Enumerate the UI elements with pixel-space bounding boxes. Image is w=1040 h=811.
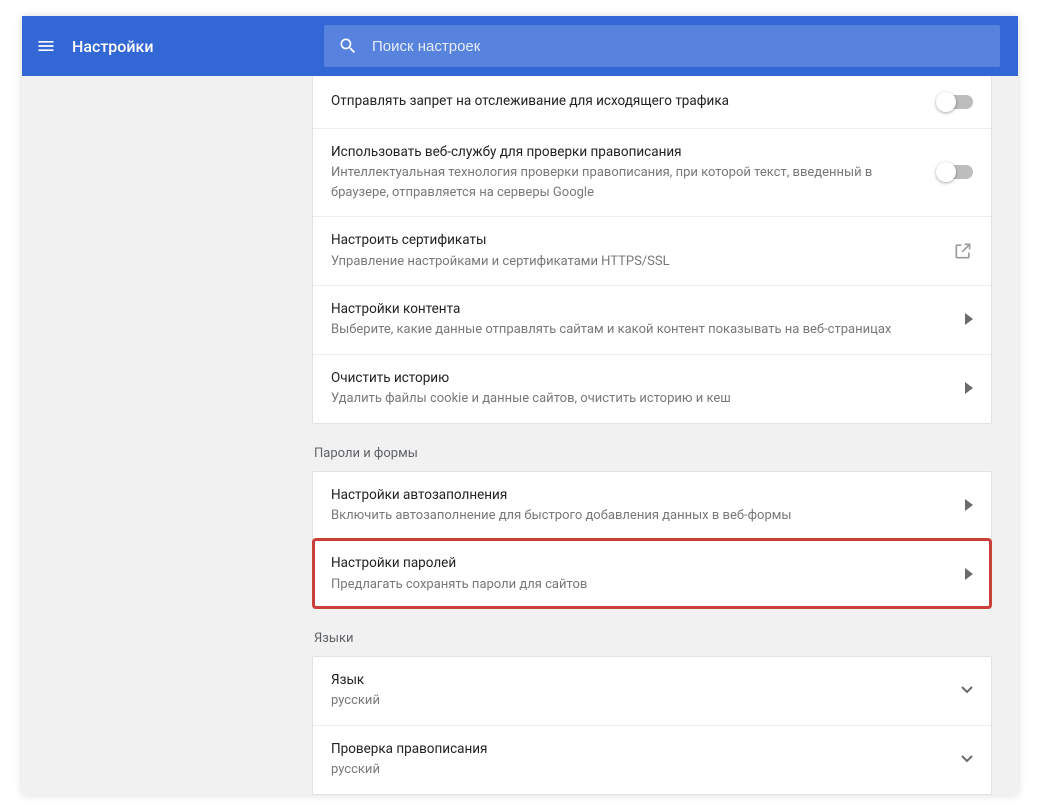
languages-card: Язык русский Проверка правописания русск…: [312, 656, 992, 795]
toggle[interactable]: [939, 95, 973, 109]
chevron-down-icon: [961, 755, 973, 763]
passwords-card: Настройки автозаполнения Включить автоза…: [312, 471, 992, 610]
chevron-right-icon: [965, 568, 973, 580]
row-title: Отправлять запрет на отслеживание для ис…: [331, 91, 925, 111]
external-link-icon: [953, 241, 973, 261]
menu-icon[interactable]: [34, 34, 58, 58]
chevron-right-icon: [965, 499, 973, 511]
row-subtitle: русский: [331, 691, 947, 711]
row-title: Настройки паролей: [331, 553, 951, 573]
chevron-down-icon: [961, 686, 973, 694]
chevron-right-icon: [965, 313, 973, 325]
row-subtitle: Удалить файлы cookie и данные сайтов, оч…: [331, 389, 951, 409]
search-bar[interactable]: [324, 25, 1000, 67]
search-icon: [338, 36, 358, 56]
row-do-not-track[interactable]: Отправлять запрет на отслеживание для ис…: [313, 76, 991, 128]
row-title: Настройки автозаполнения: [331, 485, 951, 505]
row-title: Очистить историю: [331, 368, 951, 388]
row-subtitle: Предлагать сохранять пароли для сайтов: [331, 575, 951, 595]
row-title: Настроить сертификаты: [331, 230, 939, 250]
section-title-languages: Языки: [312, 609, 992, 656]
row-subtitle: Включить автозаполнение для быстрого доб…: [331, 506, 951, 526]
row-spellcheck[interactable]: Проверка правописания русский: [313, 725, 991, 794]
privacy-card: Отправлять запрет на отслеживание для ис…: [312, 76, 992, 424]
row-language[interactable]: Язык русский: [313, 657, 991, 725]
row-content-settings[interactable]: Настройки контента Выберите, какие данны…: [313, 285, 991, 354]
row-password-settings[interactable]: Настройки паролей Предлагать сохранять п…: [313, 539, 991, 608]
settings-window: Настройки Отправлять запрет на отслежива…: [22, 16, 1018, 795]
toggle[interactable]: [939, 165, 973, 179]
search-input[interactable]: [372, 38, 986, 55]
chevron-right-icon: [965, 382, 973, 394]
content-area: Отправлять запрет на отслеживание для ис…: [22, 76, 1018, 795]
row-title: Проверка правописания: [331, 739, 947, 759]
row-subtitle: русский: [331, 760, 947, 780]
row-certificates[interactable]: Настроить сертификаты Управление настрой…: [313, 216, 991, 285]
row-subtitle: Интеллектуальная технология проверки пра…: [331, 163, 925, 202]
section-title-passwords: Пароли и формы: [312, 424, 992, 471]
header: Настройки: [22, 16, 1018, 76]
row-title: Язык: [331, 670, 947, 690]
row-title: Настройки контента: [331, 299, 951, 319]
row-clear-history[interactable]: Очистить историю Удалить файлы cookie и …: [313, 354, 991, 423]
row-title: Использовать веб-службу для проверки пра…: [331, 142, 925, 162]
row-spellcheck-web[interactable]: Использовать веб-службу для проверки пра…: [313, 128, 991, 216]
row-subtitle: Управление настройками и сертификатами H…: [331, 252, 939, 272]
row-subtitle: Выберите, какие данные отправлять сайтам…: [331, 320, 951, 340]
page-title: Настройки: [72, 37, 310, 56]
row-autofill-settings[interactable]: Настройки автозаполнения Включить автоза…: [313, 472, 991, 540]
